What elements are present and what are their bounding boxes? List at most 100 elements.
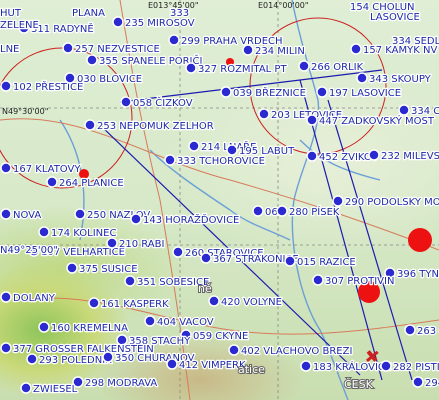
waypoint-icon[interactable] bbox=[62, 42, 74, 54]
waypoint-icon[interactable] bbox=[168, 34, 180, 46]
waypoint[interactable]: 143 HORAŽĎOVICE bbox=[130, 212, 241, 227]
waypoint[interactable]: 452 ZVIKOV bbox=[306, 150, 380, 164]
waypoint-icon[interactable] bbox=[66, 262, 78, 274]
waypoint-icon[interactable] bbox=[112, 16, 124, 28]
waypoint-icon[interactable] bbox=[38, 226, 50, 238]
waypoint-icon[interactable] bbox=[332, 195, 344, 207]
waypoint-icon[interactable] bbox=[312, 274, 324, 286]
waypoint-icon[interactable] bbox=[26, 353, 38, 365]
waypoint[interactable]: 327 ROZMITAL PT bbox=[185, 62, 289, 76]
waypoint-icon[interactable] bbox=[398, 104, 410, 116]
waypoint-icon[interactable] bbox=[404, 324, 416, 336]
waypoint[interactable]: 355 SPANELE PORIČI bbox=[86, 53, 204, 68]
waypoint[interactable]: 334 CHYS bbox=[398, 104, 439, 118]
waypoint-layer[interactable]: 311 RADYNĚ235 MIROSOV299 PRAHA VRDECH257… bbox=[0, 16, 439, 396]
waypoint-icon[interactable] bbox=[316, 86, 328, 98]
waypoint[interactable]: DOLANY bbox=[0, 291, 57, 305]
waypoint[interactable]: 161 KASPERK bbox=[88, 297, 170, 311]
waypoint-icon[interactable] bbox=[166, 358, 178, 370]
waypoint-icon[interactable] bbox=[46, 176, 58, 188]
waypoint[interactable]: 420 VOLYNE bbox=[208, 295, 283, 309]
waypoint[interactable]: 280 PÍSEK bbox=[276, 204, 341, 219]
waypoint-icon[interactable] bbox=[130, 213, 142, 225]
waypoint[interactable]: 197 LASOVICE bbox=[316, 86, 402, 100]
waypoint-icon[interactable] bbox=[0, 208, 12, 220]
waypoint[interactable]: 375 SUSICE bbox=[66, 262, 139, 276]
waypoint[interactable]: 290 PODOLSKY MOST bbox=[332, 195, 439, 209]
waypoint[interactable]: 232 MILEVSKO bbox=[368, 149, 439, 163]
waypoint[interactable]: 263 OLESNIK bbox=[404, 324, 439, 338]
waypoint-icon[interactable] bbox=[74, 208, 86, 220]
waypoint[interactable]: 234 MILIN bbox=[242, 44, 306, 58]
waypoint-icon[interactable] bbox=[38, 321, 50, 333]
waypoint-icon[interactable] bbox=[102, 351, 114, 363]
waypoint-icon[interactable] bbox=[252, 205, 264, 217]
waypoint-icon[interactable] bbox=[284, 255, 296, 267]
waypoint-icon[interactable] bbox=[208, 295, 220, 307]
waypoint[interactable]: 160 KREMELNA bbox=[38, 321, 129, 335]
waypoint-icon[interactable] bbox=[144, 315, 156, 327]
waypoint[interactable]: 167 KLATOVY bbox=[0, 162, 83, 176]
waypoint-label: 333 TCHOROVICE bbox=[177, 156, 265, 167]
waypoint-icon[interactable] bbox=[306, 114, 318, 126]
waypoint[interactable]: 333 TCHOROVICE bbox=[164, 154, 266, 168]
waypoint[interactable]: 266 ORLIK bbox=[298, 60, 365, 74]
waypoint[interactable]: 257 NEZVESTICE bbox=[62, 42, 161, 56]
map-canvas[interactable]: 311 RADYNĚ 235 MIROSOV 299 PRAHA VRDECH 257… bbox=[0, 0, 439, 400]
waypoint-icon[interactable] bbox=[120, 96, 132, 108]
waypoint[interactable]: 030 BLOVICE bbox=[64, 72, 143, 86]
waypoint[interactable]: 404 VACOV bbox=[144, 315, 215, 329]
waypoint-icon[interactable] bbox=[64, 72, 76, 84]
waypoint[interactable]: NOVA bbox=[0, 208, 43, 222]
waypoint-icon[interactable] bbox=[0, 80, 12, 92]
waypoint[interactable]: 307 PROTIVIN bbox=[312, 274, 396, 288]
waypoint-icon[interactable] bbox=[200, 252, 212, 264]
waypoint-icon[interactable] bbox=[298, 60, 310, 72]
waypoint-icon[interactable] bbox=[172, 246, 184, 258]
waypoint-icon[interactable] bbox=[20, 382, 32, 394]
waypoint-icon[interactable] bbox=[258, 108, 270, 120]
waypoint[interactable]: 402 VLACHOVO BREZI bbox=[228, 344, 354, 358]
waypoint[interactable]: 253 NEPOMUK ZELHOR bbox=[84, 119, 215, 133]
waypoint[interactable]: 351 SOBESICE bbox=[124, 275, 211, 289]
waypoint[interactable]: 264 PLANICE bbox=[46, 176, 125, 190]
waypoint-icon[interactable] bbox=[228, 344, 240, 356]
waypoint-icon[interactable] bbox=[368, 149, 380, 161]
waypoint-icon[interactable] bbox=[380, 360, 392, 372]
waypoint[interactable]: 367 STRAKONICE bbox=[200, 252, 300, 266]
waypoint-icon[interactable] bbox=[242, 44, 254, 56]
waypoint-icon[interactable] bbox=[88, 297, 100, 309]
waypoint-icon[interactable] bbox=[306, 150, 318, 162]
waypoint-icon[interactable] bbox=[106, 237, 118, 249]
waypoint-icon[interactable] bbox=[350, 43, 362, 55]
waypoint-icon[interactable] bbox=[84, 119, 96, 131]
waypoint[interactable]: 294 bbox=[412, 376, 439, 390]
waypoint-icon[interactable] bbox=[412, 376, 424, 388]
waypoint-icon[interactable] bbox=[164, 154, 176, 166]
waypoint-icon[interactable] bbox=[300, 360, 312, 372]
waypoint-icon[interactable] bbox=[185, 62, 197, 74]
waypoint[interactable]: 183 KRÁLOVICE bbox=[300, 359, 393, 374]
waypoint[interactable]: 058 ČIZKOV bbox=[120, 95, 194, 110]
waypoint-icon[interactable] bbox=[0, 291, 12, 303]
waypoint-icon[interactable] bbox=[124, 275, 136, 287]
waypoint-icon[interactable] bbox=[356, 72, 368, 84]
map-overlay[interactable]: 311 RADYNĚ235 MIROSOV299 PRAHA VRDECH257… bbox=[0, 0, 439, 400]
waypoint[interactable]: 298 MODRAVA bbox=[72, 376, 159, 390]
waypoint[interactable]: 059 CKYNE bbox=[180, 329, 250, 343]
waypoint[interactable]: 343 SKOUPY bbox=[356, 72, 433, 86]
waypoint[interactable]: 174 KOLINEC bbox=[38, 226, 118, 240]
waypoint[interactable]: 412 VIMPERK bbox=[166, 358, 247, 372]
waypoint-icon[interactable] bbox=[86, 54, 98, 66]
waypoint-icon[interactable] bbox=[0, 342, 12, 354]
coord-top-right: E014°00'00" bbox=[258, 1, 309, 10]
waypoint[interactable]: 039 BŘEZNICE bbox=[220, 85, 307, 100]
waypoint-icon[interactable] bbox=[276, 205, 288, 217]
waypoint[interactable]: ZWIESEL bbox=[20, 382, 79, 396]
waypoint-icon[interactable] bbox=[0, 162, 12, 174]
waypoint-icon[interactable] bbox=[188, 140, 200, 152]
waypoint-icon[interactable] bbox=[220, 86, 232, 98]
waypoint-icon[interactable] bbox=[226, 144, 238, 156]
waypoint[interactable]: 293 POLEDNIK bbox=[26, 353, 113, 367]
waypoint-label: 412 VIMPERK bbox=[179, 360, 246, 371]
